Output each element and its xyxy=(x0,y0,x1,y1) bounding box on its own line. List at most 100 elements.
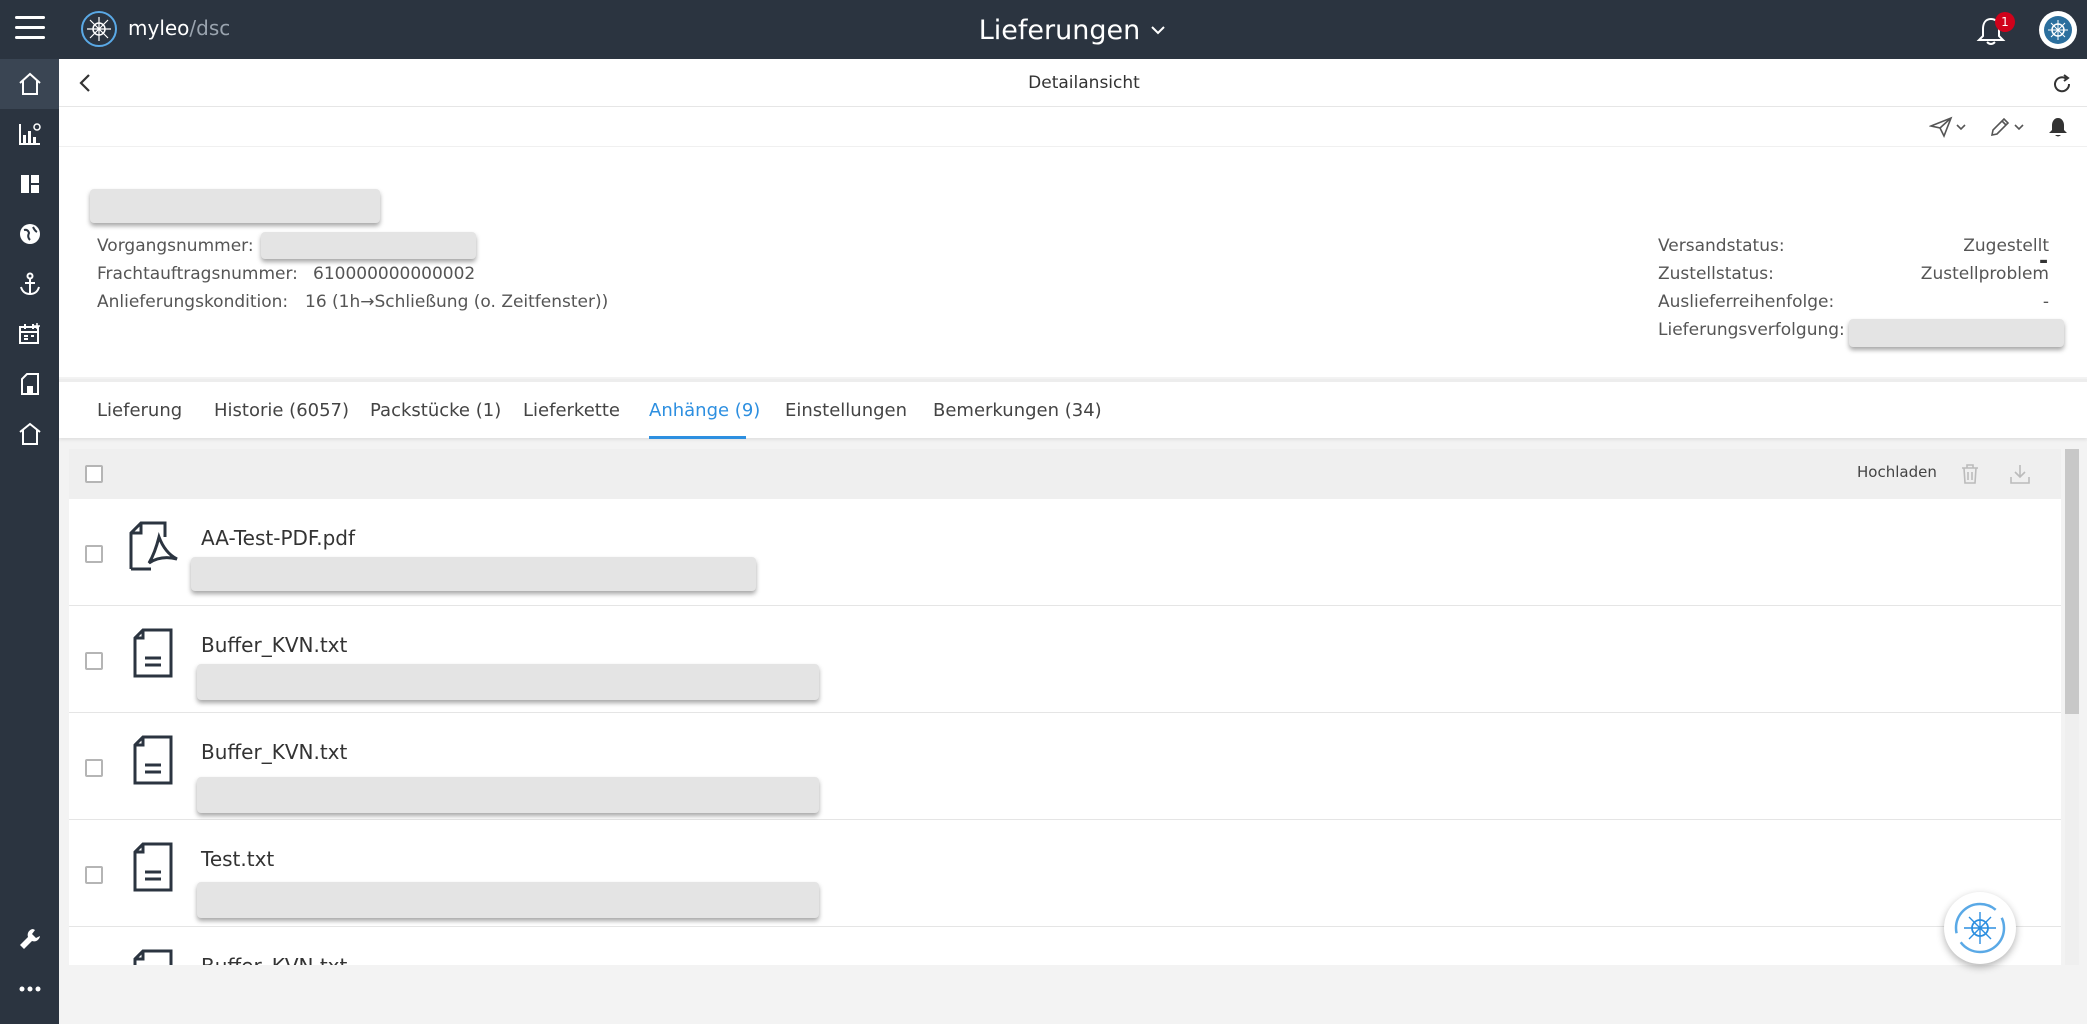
redacted-file-meta xyxy=(197,664,819,700)
info-value-zustellstatus: Zustellproblem xyxy=(1920,264,2049,284)
list-item[interactable]: AA-Test-PDF.pdf xyxy=(69,499,2061,606)
redacted-title xyxy=(90,189,380,223)
info-value-frachtauftragsnummer: 610000000000002 xyxy=(313,264,476,284)
pencil-icon xyxy=(1990,117,2010,137)
tab-anhaenge[interactable]: Anhänge (9) xyxy=(649,400,760,421)
row-checkbox[interactable] xyxy=(85,759,103,777)
redacted-file-meta xyxy=(197,882,819,918)
warehouse-icon xyxy=(18,422,41,445)
tab-lieferung[interactable]: Lieferung xyxy=(97,400,182,421)
scrollbar-thumb[interactable] xyxy=(2065,449,2079,714)
sidebar-item-warehouse[interactable] xyxy=(0,409,59,459)
notification-toggle[interactable] xyxy=(2047,115,2069,139)
info-panel: Vorgangsnummer: Frachtauftragsnummer: 61… xyxy=(59,147,2087,377)
globe-icon xyxy=(19,224,40,244)
assistant-icon xyxy=(1954,902,2006,954)
sidebar-item-more[interactable] xyxy=(0,964,59,1014)
attachments-toolbar: Hochladen xyxy=(69,449,2061,499)
info-label-zustellstatus: Zustellstatus: xyxy=(1658,264,1774,284)
notification-badge: 1 xyxy=(1995,12,2015,32)
info-label-auslieferreihenfolge: Auslieferreihenfolge: xyxy=(1658,292,1835,312)
active-tab-indicator xyxy=(649,436,746,439)
select-all-checkbox[interactable] xyxy=(85,465,103,483)
file-name: Buffer_KVN.txt xyxy=(201,633,348,657)
pdf-file-icon xyxy=(129,521,178,571)
list-item[interactable]: Buffer_KVN.txt xyxy=(69,606,2061,713)
sidebar-item-home[interactable] xyxy=(0,59,59,109)
dashboard-icon xyxy=(20,175,39,193)
info-value-anlieferungskondition: 16 (1h→Schließung (o. Zeitfenster)) xyxy=(305,292,609,312)
redacted-file-meta xyxy=(191,557,756,591)
menu-icon[interactable] xyxy=(15,16,45,40)
logo-icon xyxy=(81,11,117,47)
tab-packstuecke[interactable]: Packstücke (1) xyxy=(370,400,501,421)
chevron-down-icon xyxy=(2014,124,2024,131)
row-checkbox[interactable] xyxy=(85,652,103,670)
file-name: AA-Test-PDF.pdf xyxy=(201,526,356,550)
list-item[interactable]: Buffer_KVN.txt xyxy=(69,713,2061,820)
info-value-auslieferreihenfolge: - xyxy=(2042,292,2049,312)
info-label-lieferungsverfolgung: Lieferungsverfolgung: xyxy=(1658,320,1845,340)
file-name: Buffer_KVN.txt xyxy=(201,954,347,965)
row-checkbox[interactable] xyxy=(85,545,103,563)
home-icon xyxy=(18,72,41,95)
text-file-icon xyxy=(133,949,173,965)
upload-button[interactable]: Hochladen xyxy=(1857,463,1937,481)
sidebar-item-document[interactable] xyxy=(0,359,59,409)
avatar-icon xyxy=(2044,16,2072,44)
sidebar-item-dashboard[interactable] xyxy=(0,159,59,209)
info-label-frachtauftragsnummer: Frachtauftragsnummer: xyxy=(97,264,298,284)
send-dropdown[interactable] xyxy=(1929,115,1967,139)
download-icon[interactable] xyxy=(2008,462,2032,486)
bell-icon xyxy=(2049,118,2067,137)
app-title-dropdown[interactable]: Lieferungen xyxy=(960,12,1185,48)
logo-text: myleo/dsc xyxy=(128,16,231,40)
sidebar xyxy=(0,59,59,1024)
trash-icon[interactable] xyxy=(1958,462,1982,486)
calendar-icon xyxy=(18,323,40,344)
user-avatar[interactable] xyxy=(2039,11,2077,49)
sidebar-item-globe[interactable] xyxy=(0,209,59,259)
sidebar-item-settings[interactable] xyxy=(0,914,59,964)
info-label-vorgangsnummer: Vorgangsnummer: xyxy=(97,236,254,256)
wrench-icon xyxy=(19,929,40,949)
back-arrow-icon[interactable] xyxy=(73,70,99,96)
tab-lieferkette[interactable]: Lieferkette xyxy=(523,400,620,421)
redacted-lieferungsverfolgung xyxy=(1849,319,2064,347)
text-file-icon xyxy=(133,842,173,892)
detail-header: Detailansicht xyxy=(59,59,2087,107)
file-name: Test.txt xyxy=(201,847,275,871)
detail-title: Detailansicht xyxy=(1028,73,1140,93)
chevron-down-icon xyxy=(1151,26,1165,35)
tab-bemerkungen[interactable]: Bemerkungen (34) xyxy=(933,400,1102,421)
tab-bar: Lieferung Historie (6057) Packstücke (1)… xyxy=(59,379,2087,439)
attachments-list: AA-Test-PDF.pdf Buffer_KVN.txt Buffer_KV… xyxy=(69,499,2061,965)
anchor-icon xyxy=(19,272,40,296)
sidebar-item-calendar[interactable] xyxy=(0,309,59,359)
redacted-vorgangsnummer xyxy=(261,232,476,259)
document-icon xyxy=(20,373,39,395)
info-label-anlieferungskondition: Anlieferungskondition: xyxy=(97,292,289,312)
refresh-icon[interactable] xyxy=(2049,71,2075,97)
send-icon xyxy=(1929,116,1953,138)
file-name: Buffer_KVN.txt xyxy=(201,740,348,764)
row-checkbox[interactable] xyxy=(85,866,103,884)
chart-icon xyxy=(18,123,41,145)
edit-dropdown[interactable] xyxy=(1989,115,2025,139)
tab-einstellungen[interactable]: Einstellungen xyxy=(785,400,907,421)
list-item[interactable]: Buffer_KVN.txt xyxy=(69,927,2061,965)
chevron-down-icon xyxy=(1956,124,1966,131)
assistant-fab[interactable] xyxy=(1944,892,2016,964)
action-row xyxy=(59,107,2087,147)
list-item[interactable]: Test.txt xyxy=(69,820,2061,927)
sidebar-item-chart[interactable] xyxy=(0,109,59,159)
main-content: Detailansicht Vorgangsnummer: Frachtauft… xyxy=(59,59,2087,1024)
tab-historie[interactable]: Historie (6057) xyxy=(214,400,349,421)
text-file-icon xyxy=(133,735,173,785)
text-file-icon xyxy=(133,628,173,678)
info-label-versandstatus: Versandstatus: xyxy=(1658,236,1785,256)
more-icon xyxy=(19,986,40,992)
redacted-file-meta xyxy=(197,777,819,813)
sidebar-item-anchor[interactable] xyxy=(0,259,59,309)
app-title: Lieferungen xyxy=(978,14,1141,46)
